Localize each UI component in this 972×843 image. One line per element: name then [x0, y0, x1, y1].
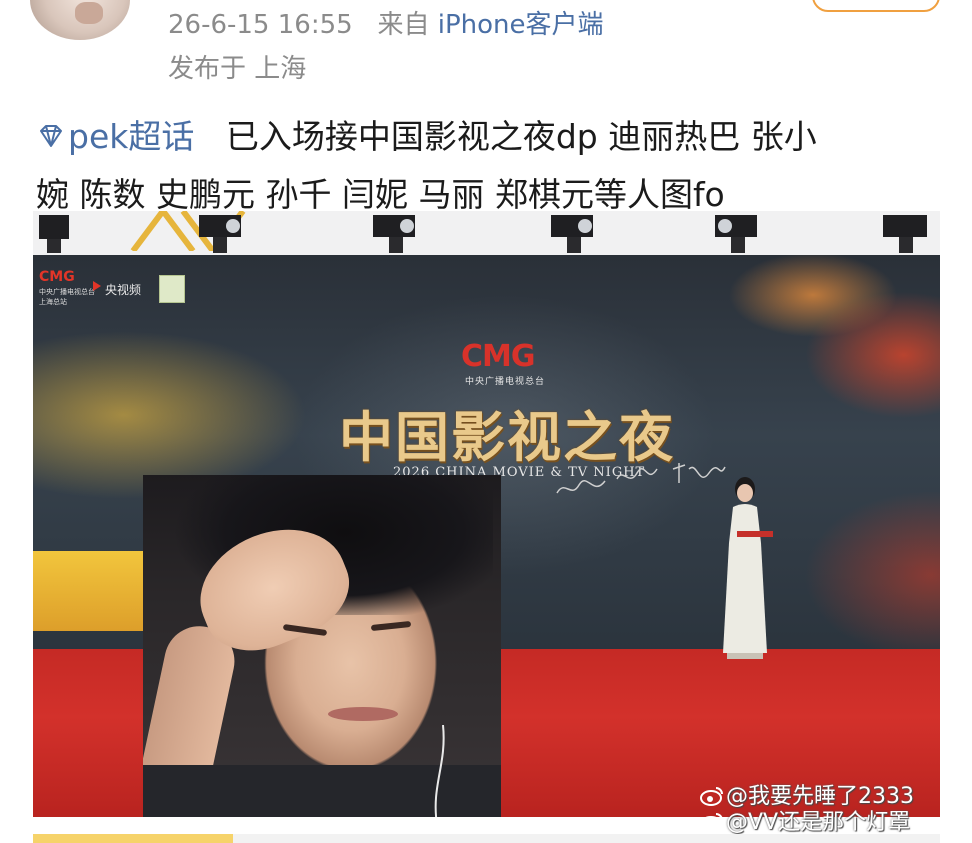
post-source[interactable]: iPhone客户端	[438, 10, 604, 40]
signature	[556, 479, 606, 494]
weibo-icon	[700, 787, 723, 806]
event-title: 中国影视之夜	[339, 405, 675, 469]
post-location: 发布于 上海	[168, 54, 307, 84]
cmg-logo-sub: 中央广播电视总台	[465, 377, 546, 387]
avatar[interactable]	[30, 0, 130, 40]
post-time: 26-6-15 16:55	[168, 10, 353, 40]
mouth	[328, 707, 398, 721]
next-item-preview	[33, 834, 940, 843]
watermark-line1: @我要先睡了2333	[726, 784, 914, 809]
stage-light	[883, 215, 927, 253]
topic-link[interactable]: pek超话	[36, 117, 194, 156]
post-text-line2: 婉 陈数 史鹏元 孙千 闫妮 马丽 郑棋元等人图fo	[36, 175, 725, 214]
topic-label: pek超话	[68, 117, 195, 156]
cctv-video-logo: 央视频	[105, 283, 142, 297]
earphone-cable	[434, 725, 445, 817]
inset-photo	[143, 475, 501, 817]
follow-button[interactable]	[812, 0, 940, 12]
watermark: @我要先睡了2333 @VV还是那个灯罩	[700, 784, 914, 836]
post-source-prefix: 来自	[377, 10, 430, 40]
cmg-logo-small-sub: 中央广播电视总台 上海总站	[39, 288, 95, 306]
stage-light	[199, 215, 241, 253]
diamond-icon	[40, 125, 62, 147]
stage-light	[373, 215, 415, 253]
cctv-video-icon	[93, 281, 101, 291]
cmg-logo: CMG	[461, 339, 535, 374]
stage-light	[39, 215, 69, 253]
post-meta: 26-6-15 16:55 来自 iPhone客户端	[168, 4, 604, 41]
hostess-figure	[723, 477, 773, 659]
qr-code	[159, 275, 185, 303]
stage-light	[551, 215, 593, 253]
post-text-line1: 已入场接中国影视之夜dp 迪丽热巴 张小	[225, 117, 817, 156]
watermark-line2: @VV还是那个灯罩	[726, 810, 911, 835]
post-text: pek超话 已入场接中国影视之夜dp 迪丽热巴 张小 婉 陈数 史鹏元 孙千 闫…	[36, 108, 936, 224]
eye	[370, 620, 412, 632]
cmg-logo-small: CMG	[39, 269, 75, 285]
signature	[616, 467, 658, 480]
weibo-icon	[700, 813, 723, 832]
stage-light	[715, 215, 757, 253]
